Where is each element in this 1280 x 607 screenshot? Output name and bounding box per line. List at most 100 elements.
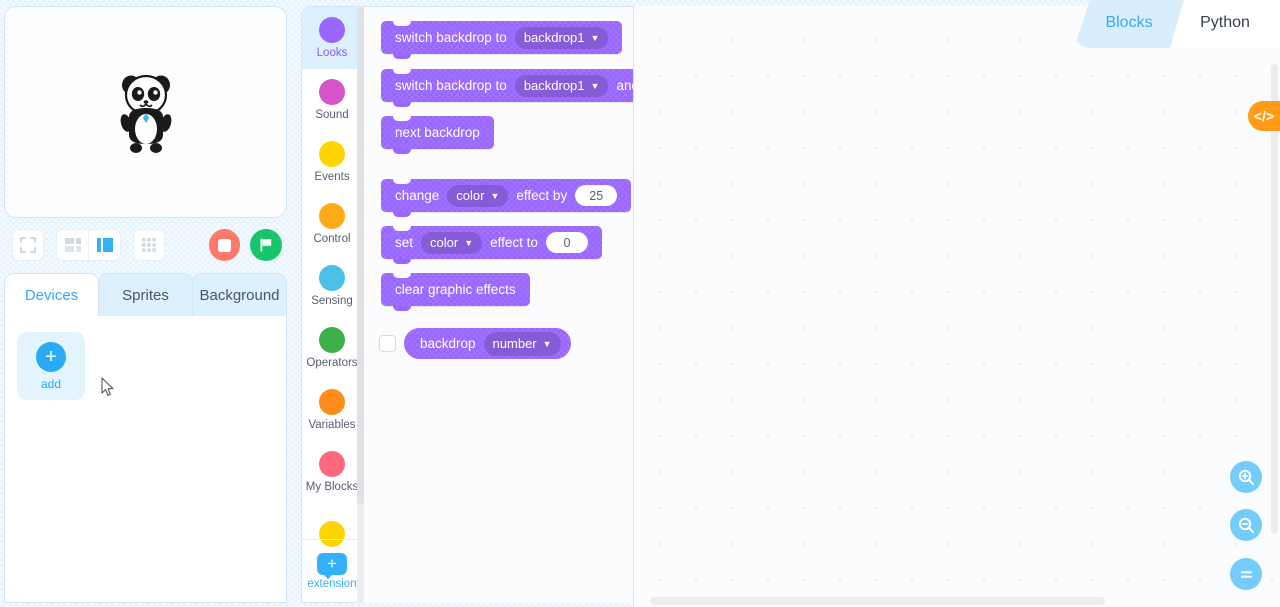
dropdown-value: backdrop1 <box>523 78 585 93</box>
looks-color-dot <box>319 17 345 43</box>
dropdown-value: color <box>456 188 485 203</box>
fullscreen-icon <box>19 237 36 253</box>
chevron-down-icon: ▼ <box>464 237 474 248</box>
small-stage-icon <box>64 238 81 252</box>
block-notch <box>393 179 411 184</box>
block-palette[interactable]: switch backdrop to backdrop1 ▼ switch ba… <box>363 6 633 603</box>
block-notch <box>393 116 411 121</box>
effect-amount-input[interactable]: 25 <box>575 185 618 206</box>
category-sound[interactable]: Sound <box>302 69 362 131</box>
fullscreen-button[interactable] <box>12 229 44 261</box>
zoom-in-button[interactable] <box>1230 461 1262 493</box>
tab-blocks[interactable]: Blocks <box>1074 0 1184 48</box>
switch-backdrop-to-and-wait-block[interactable]: switch backdrop to backdrop1 ▼ and <box>381 69 633 107</box>
block-notch <box>393 69 411 74</box>
tab-sprites[interactable]: Sprites <box>98 273 193 317</box>
dropdown-value: number <box>492 336 537 351</box>
category-operators[interactable]: Operators <box>302 317 362 379</box>
stop-icon <box>218 238 232 252</box>
block-notch <box>393 306 411 311</box>
effect-value-input[interactable]: 0 <box>545 232 588 253</box>
panda-sprite[interactable] <box>117 69 175 155</box>
green-flag-icon <box>260 238 272 252</box>
zoom-reset-icon <box>1240 570 1252 578</box>
backdrop-property-dropdown[interactable]: number ▼ <box>483 331 561 356</box>
category-label: Looks <box>316 47 348 59</box>
switch-backdrop-to-block[interactable]: switch backdrop to backdrop1 ▼ <box>381 21 622 59</box>
category-label: Sound <box>315 109 349 121</box>
category-label: Sensing <box>311 295 353 307</box>
category-events[interactable]: Events <box>302 131 362 193</box>
operators-color-dot <box>319 327 345 353</box>
code-panel-toggle[interactable]: </> <box>1248 101 1280 131</box>
tab-background[interactable]: Background <box>192 273 287 317</box>
zoom-out-button[interactable] <box>1230 509 1262 541</box>
start-button[interactable] <box>250 229 282 261</box>
category-label: Operators <box>306 357 358 369</box>
block-notch <box>393 259 411 264</box>
category-label: My Blocks <box>305 481 359 493</box>
stage-panel[interactable] <box>4 6 287 218</box>
block-text: and <box>616 78 633 93</box>
zoom-out-icon <box>1238 517 1254 533</box>
block-notch <box>393 212 411 217</box>
add-extension-icon: + <box>317 552 347 579</box>
category-variables[interactable]: Variables <box>302 379 362 441</box>
editor-mode-tabs: Blocks Python <box>1074 0 1280 48</box>
category-sidebar: Looks Sound Events Control Sensing Opera… <box>301 6 363 603</box>
large-stage-button[interactable] <box>88 230 120 260</box>
chevron-down-icon: ▼ <box>590 32 600 43</box>
mouse-cursor <box>101 377 114 396</box>
tab-python[interactable]: Python <box>1170 0 1280 48</box>
clear-graphic-effects-block[interactable]: clear graphic effects <box>381 273 530 311</box>
grid-button[interactable] <box>133 229 165 261</box>
block-notch <box>393 21 411 26</box>
stop-button[interactable] <box>208 229 241 261</box>
control-color-dot <box>319 203 345 229</box>
category-looks[interactable]: Looks <box>302 7 362 69</box>
sound-color-dot <box>319 79 345 105</box>
code-workspace[interactable] <box>633 6 1280 607</box>
devices-panel: + add <box>4 316 287 603</box>
backdrop-dropdown[interactable]: backdrop1 ▼ <box>514 26 609 49</box>
block-text: effect to <box>490 235 538 250</box>
block-text: effect by <box>516 188 568 203</box>
effect-dropdown[interactable]: color ▼ <box>421 231 483 254</box>
set-effect-to-block[interactable]: set color ▼ effect to 0 <box>381 226 602 264</box>
backdrop-dropdown[interactable]: backdrop1 ▼ <box>514 74 609 97</box>
palette-scrollbar-thumb[interactable] <box>357 6 364 504</box>
dropdown-value: color <box>430 235 459 250</box>
category-my-blocks[interactable]: My Blocks <box>302 441 362 503</box>
left-tab-bar: Devices Sprites Background <box>4 272 287 317</box>
block-text: set <box>395 235 414 250</box>
block-notch <box>393 102 411 107</box>
backdrop-monitor-checkbox[interactable] <box>379 335 396 352</box>
events-color-dot <box>319 141 345 167</box>
category-sensing[interactable]: Sensing <box>302 255 362 317</box>
workspace-horizontal-scrollbar[interactable] <box>650 597 1105 605</box>
category-control[interactable]: Control <box>302 193 362 255</box>
category-label: Variables <box>308 419 356 431</box>
add-device-button[interactable]: + add <box>17 332 85 400</box>
change-effect-by-block[interactable]: change color ▼ effect by 25 <box>381 179 631 217</box>
block-notch <box>393 226 411 231</box>
zoom-reset-button[interactable] <box>1230 558 1262 590</box>
add-extension-button[interactable]: + extension <box>302 539 362 602</box>
zoom-in-icon <box>1238 469 1254 485</box>
workspace-vertical-scrollbar[interactable] <box>1271 64 1278 534</box>
block-text: backdrop <box>420 336 476 351</box>
chevron-down-icon: ▼ <box>590 80 600 91</box>
extension-label: extension <box>307 577 357 590</box>
stage-size-group <box>55 229 121 261</box>
backdrop-reporter-block[interactable]: backdrop number ▼ <box>404 328 571 359</box>
block-notch <box>393 54 411 59</box>
small-stage-button[interactable] <box>56 230 89 260</box>
next-backdrop-block[interactable]: next backdrop <box>381 116 494 154</box>
large-stage-icon <box>96 238 113 252</box>
tab-devices[interactable]: Devices <box>4 273 99 317</box>
block-notch <box>393 273 411 278</box>
block-text: next backdrop <box>395 125 480 140</box>
effect-dropdown[interactable]: color ▼ <box>447 184 509 207</box>
plus-icon: + <box>36 341 66 372</box>
block-text: switch backdrop to <box>395 78 507 93</box>
